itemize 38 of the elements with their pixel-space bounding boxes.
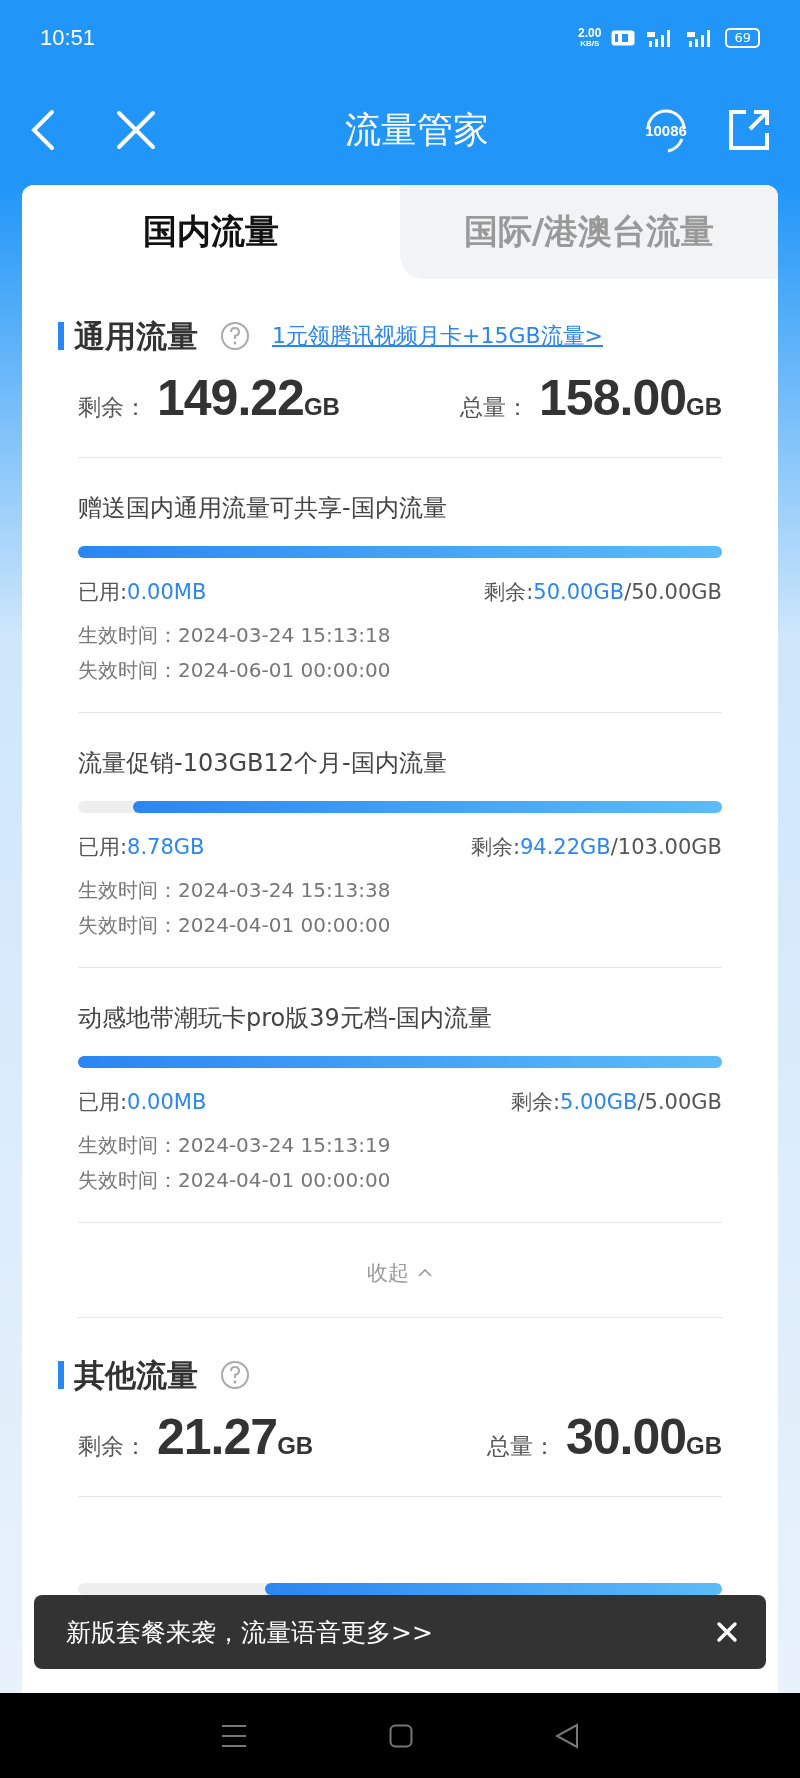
total-amount: 总量： 158.00GB [460, 369, 722, 427]
end-time: 失效时间：2024-04-01 00:00:00 [78, 912, 392, 939]
section-title: 通用流量 [58, 322, 198, 350]
clock-time: 10:51 [40, 24, 96, 51]
total-amount: 总量： 30.00GB [486, 1408, 722, 1466]
home-icon[interactable] [389, 1723, 413, 1748]
back-icon[interactable] [30, 109, 56, 151]
end-time: 失效时间：2024-04-01 00:00:00 [78, 1167, 392, 1194]
remaining-amount: 剩余:94.22GB/103.00GB [470, 834, 722, 861]
tab[interactable]: 国际/港澳台流量 [400, 185, 778, 279]
help-icon[interactable] [220, 1360, 250, 1390]
package-name: 流量促销-103GB12个月-国内流量 [78, 748, 448, 779]
collapse-button[interactable]: 收起 [78, 1223, 722, 1318]
menu-icon[interactable] [221, 1723, 247, 1748]
network-speed: 2.00 KB/S [578, 27, 602, 48]
used-amount: 已用:8.78GB [78, 834, 205, 861]
back-icon[interactable] [555, 1722, 579, 1749]
start-time: 生效时间：2024-03-24 15:13:18 [78, 622, 392, 649]
package-name: 赠送国内通用流量可共享-国内流量 [78, 493, 448, 524]
page-title: 流量管家 [344, 107, 490, 152]
promo-link[interactable]: 1元领腾讯视频月卡+15GB流量> [272, 321, 603, 351]
toast-banner[interactable]: 新版套餐来袭，流量语音更多>> [34, 1595, 766, 1669]
help-icon[interactable] [220, 321, 250, 351]
remaining-amount: 剩余： 21.27GB [78, 1408, 314, 1466]
close-icon[interactable] [716, 1621, 738, 1643]
used-amount: 已用:0.00MB [78, 1089, 207, 1116]
remaining-amount: 剩余:5.00GB/5.00GB [510, 1089, 722, 1116]
used-amount: 已用:0.00MB [78, 579, 207, 606]
chevron-up-icon [417, 1268, 433, 1278]
remaining-amount: 剩余： 149.22GB [78, 369, 340, 427]
start-time: 生效时间：2024-03-24 15:13:19 [78, 1132, 392, 1159]
customer-service-button[interactable]: 10086 [638, 103, 694, 157]
package-name: 动感地带潮玩卡pro版39元档-国内流量 [78, 1003, 494, 1034]
remaining-amount: 剩余:50.00GB/50.00GB [484, 579, 722, 606]
battery-indicator: 69 [725, 27, 760, 48]
share-icon[interactable] [728, 109, 770, 151]
start-time: 生效时间：2024-03-24 15:13:38 [78, 877, 392, 904]
end-time: 失效时间：2024-06-01 00:00:00 [78, 657, 392, 684]
